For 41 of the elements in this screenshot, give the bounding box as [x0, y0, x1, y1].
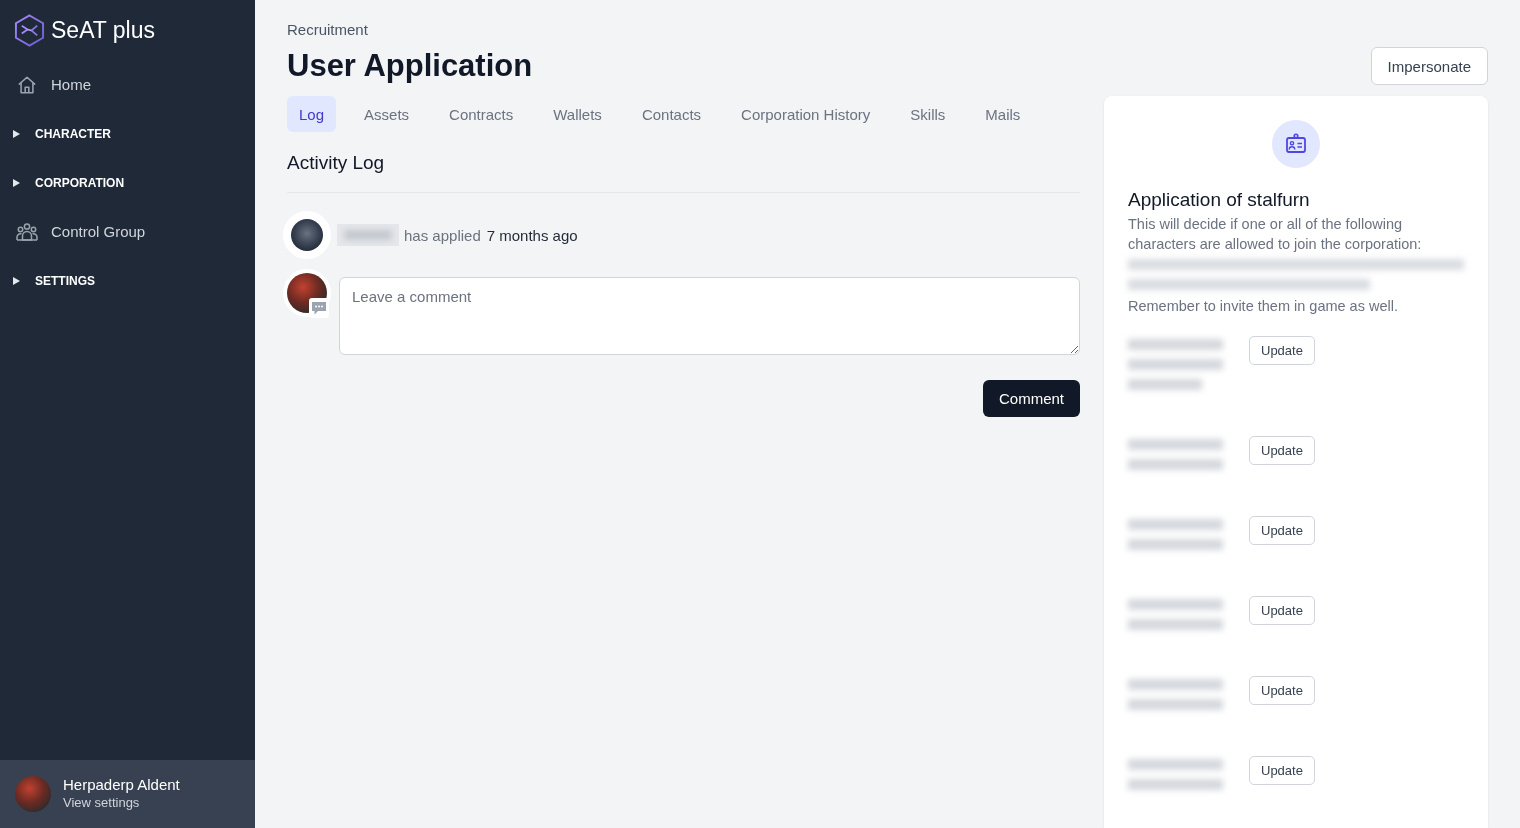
nav-item[interactable]: Control Group: [0, 207, 255, 256]
page-title: User Application: [287, 48, 533, 84]
card-note: Remember to invite them in game as well.: [1128, 297, 1399, 316]
breadcrumb: Recruitment: [287, 20, 369, 40]
nav-item[interactable]: CORPORATION: [0, 158, 255, 207]
id-badge-icon: [1272, 120, 1320, 168]
card-title: Application of stalfurn: [1128, 188, 1311, 212]
nav-item[interactable]: Home: [0, 60, 255, 109]
comment-button[interactable]: Comment: [982, 380, 1080, 417]
log-time: 7 months ago: [486, 226, 578, 244]
impersonate-button[interactable]: Impersonate: [1370, 47, 1488, 85]
tab[interactable]: Wallets: [541, 96, 614, 132]
avatar-placeholder: [283, 211, 331, 259]
tab[interactable]: Contacts: [629, 96, 714, 132]
app-name: SeAT plus: [51, 16, 155, 44]
update-button[interactable]: Update: [1249, 516, 1315, 545]
tab[interactable]: Contracts: [437, 96, 526, 132]
tab[interactable]: Log: [287, 96, 337, 132]
blurred-name: [337, 224, 399, 246]
avatar-placeholder: [15, 776, 51, 812]
tab[interactable]: Assets: [352, 96, 422, 132]
hexagon-logo-icon: [14, 13, 45, 47]
section-heading: Activity Log: [287, 149, 1080, 193]
update-button[interactable]: Update: [1249, 676, 1315, 705]
tab[interactable]: Skills: [898, 96, 958, 132]
nav-item[interactable]: SETTINGS: [0, 256, 255, 305]
home-icon: [16, 74, 38, 95]
update-button[interactable]: Update: [1249, 596, 1315, 625]
tab[interactable]: Mails: [973, 96, 1033, 132]
card-description: This will decide if one or all of the following characters are allowed to join the corporation:: [1128, 215, 1423, 254]
user-name: Herpaderp Aldent: [63, 776, 180, 794]
chat-bubble-icon: [309, 298, 329, 318]
comment-field[interactable]: Leave a comment: [339, 277, 1080, 355]
update-button[interactable]: Update: [1249, 756, 1315, 785]
update-button[interactable]: Update: [1249, 336, 1315, 365]
view-settings-link[interactable]: View settings: [63, 794, 180, 812]
people-group-icon: [16, 221, 38, 242]
update-button[interactable]: Update: [1249, 436, 1315, 465]
log-action: has applied: [404, 226, 481, 244]
tab[interactable]: Corporation History: [729, 96, 883, 132]
nav-item[interactable]: CHARACTER: [0, 109, 255, 158]
